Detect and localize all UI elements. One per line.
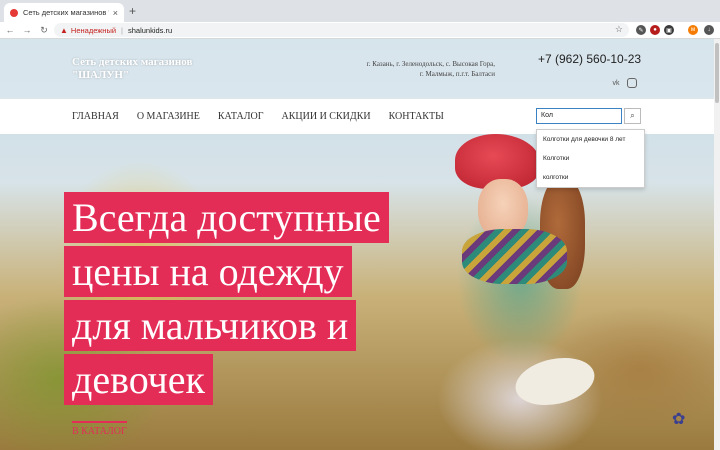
brand-line1: Сеть детских магазинов <box>72 56 193 68</box>
download-extension-icon[interactable]: ↓ <box>704 25 714 35</box>
screenshot-extension-icon[interactable]: ▣ <box>664 25 674 35</box>
nav-item-home[interactable]: ГЛАВНАЯ <box>72 111 119 122</box>
nav-item-sales[interactable]: АКЦИИ И СКИДКИ <box>282 111 371 122</box>
page-scrollbar[interactable] <box>714 39 720 450</box>
site-logo[interactable]: Сеть детских магазинов "ШАЛУН" <box>72 56 192 82</box>
suggestion-item[interactable]: Колготки <box>537 149 644 168</box>
profile-avatar[interactable]: м <box>688 25 698 35</box>
suggestion-item[interactable]: Колготки для девочки 8 лет <box>537 130 644 149</box>
phone-number[interactable]: +7 (962) 560-10-23 <box>538 52 641 66</box>
site-favicon-icon <box>10 8 18 17</box>
tab-close-icon[interactable]: × <box>113 8 118 18</box>
chat-widget-icon[interactable]: ✿ <box>672 409 696 431</box>
nav-item-contacts[interactable]: КОНТАКТЫ <box>389 111 444 122</box>
bookmark-star-icon[interactable]: ☆ <box>615 24 623 35</box>
warning-icon: ▲ <box>60 25 68 35</box>
browser-toolbar: ← → ↻ ▲ Ненадежный | shalunkids.ru ☆ <box>0 22 720 39</box>
tab-strip: Сеть детских магазинов "ША × + <box>0 0 720 22</box>
search-button[interactable]: ⌕ <box>624 108 641 124</box>
security-label[interactable]: Ненадежный <box>71 26 116 35</box>
search-suggestions: Колготки для девочки 8 лет Колготки колг… <box>536 129 645 188</box>
slogan-line4: девочек <box>64 354 213 405</box>
slogan-line1: Всегда доступные <box>64 192 389 243</box>
browser-window: Сеть детских магазинов "ША × + ← → ↻ ▲ Н… <box>0 0 720 450</box>
reload-icon[interactable]: ↻ <box>37 25 51 36</box>
new-tab-button[interactable]: + <box>129 4 136 18</box>
slogan-line2: цены на одежду <box>64 246 352 297</box>
nav-item-about[interactable]: О МАГАЗИНЕ <box>137 111 200 122</box>
site-header: Сеть детских магазинов "ШАЛУН" г. Казань… <box>0 39 714 99</box>
address-separator: | <box>121 25 123 35</box>
brand-line2: "ШАЛУН" <box>72 69 130 81</box>
back-arrow-icon[interactable]: ← <box>3 25 17 35</box>
page-viewport: Сеть детских магазинов "ШАЛУН" г. Казань… <box>0 39 714 450</box>
tab-title: Сеть детских магазинов "ША <box>23 8 109 17</box>
active-tab[interactable]: Сеть детских магазинов "ША × <box>4 3 124 22</box>
url-text[interactable]: shalunkids.ru <box>128 26 172 35</box>
search-icon: ⌕ <box>630 111 635 120</box>
nav-item-catalog[interactable]: КАТАЛОГ <box>218 111 264 122</box>
pen-extension-icon[interactable]: ✎ <box>636 25 646 35</box>
suggestion-item[interactable]: колготки <box>537 168 644 187</box>
scrollbar-thumb[interactable] <box>715 43 719 103</box>
catalog-link[interactable]: В КАТАЛОГ <box>72 421 127 437</box>
store-cities: г. Казань, г. Зеленодольск, с. Высокая Г… <box>366 60 495 78</box>
slogan-line3: для мальчиков и <box>64 300 357 351</box>
hero-slogan: Всегда доступные цены на одежду для маль… <box>64 192 484 408</box>
address-bar[interactable]: ▲ Ненадежный | shalunkids.ru ☆ <box>54 23 629 37</box>
forward-arrow-icon[interactable]: → <box>20 25 34 35</box>
instagram-icon[interactable] <box>627 78 637 88</box>
blocker-extension-icon[interactable]: ● <box>650 25 660 35</box>
vk-icon[interactable]: vk <box>609 76 623 90</box>
search-input[interactable]: Кол <box>536 108 622 124</box>
